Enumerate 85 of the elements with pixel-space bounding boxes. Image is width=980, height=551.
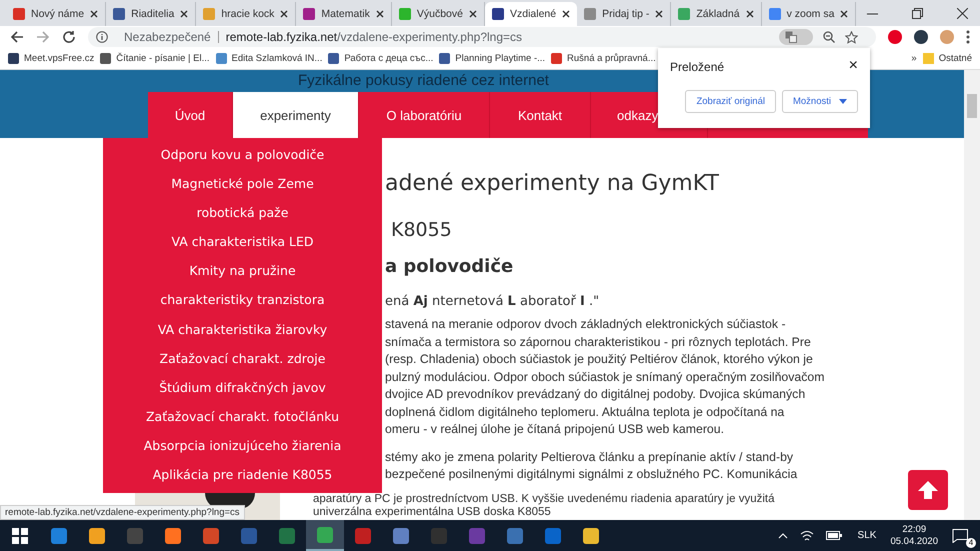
site-title: Fyzikálne pokusy riadené cez internet [298, 71, 549, 91]
clock-time[interactable]: 22:09 [902, 524, 926, 536]
bookmark[interactable]: Planning Playtime -... [439, 53, 546, 64]
menu-item[interactable]: robotická paže [103, 205, 382, 220]
close-icon[interactable] [957, 8, 968, 19]
status-url: remote-lab.fyzika.net/vzdalene-experimenty.php?lng=cs [0, 505, 245, 520]
wifi-icon[interactable] [800, 530, 814, 542]
battery-icon[interactable] [826, 531, 842, 540]
clock-date[interactable]: 05.04.2020 [890, 536, 938, 548]
zoom-icon[interactable] [823, 31, 835, 43]
section-heading: a polovodiče [385, 255, 514, 279]
tab-title: hracie kock [221, 8, 274, 20]
menu-item[interactable]: Štúdium difrakčných javov [103, 380, 382, 395]
paragraph-line: bezpečené posilnenými digitálnymi signálmi z obslužného PC. Komunikácia [385, 466, 798, 483]
close-icon[interactable] [90, 10, 98, 18]
caret-icon [839, 99, 847, 104]
tab-title: Nový náme [31, 8, 84, 20]
paragraph-line: univerzálna experimentálna USB doska K8055 [313, 506, 552, 520]
bookmark[interactable]: Работа с деца със... [328, 53, 434, 64]
restore-icon[interactable] [912, 8, 923, 19]
menu-icon[interactable] [966, 30, 970, 44]
paragraph-line: doplnená čidlom digitálneho teplomeru. Aktuálna teplota je odpočítaná na [385, 404, 786, 420]
paragraph-line: (resp. Chladenia) oboch súčiastok je použitý Peltiérov článok, ktorého výkon je [385, 351, 814, 368]
nav-item[interactable]: O laboratóriu [359, 92, 490, 138]
paragraph-line: stémy ako je zmena polarity Peltierova článku a prepínanie aktív / stand-by [385, 448, 794, 466]
menu-item[interactable]: Kmity na pružine [103, 263, 382, 278]
reload-icon[interactable] [62, 30, 76, 44]
translate-icon[interactable] [779, 29, 813, 45]
paragraph-line: pulzný moduláciou. Odpor oboch súčiastok je snímaný operačným zosilňovačom [385, 368, 826, 386]
popup-button[interactable]: Možnosti [782, 90, 858, 113]
close-icon[interactable] [840, 10, 848, 18]
paragraph-line: dvojice AD prevodníkov prevádzaný do digitálnej podoby. Dvojica skúmaných [385, 386, 806, 403]
quote-text: ená Aj nternetová L aboratoř I ." [385, 293, 600, 311]
menu-item[interactable]: Zaťažovací charakt. zdroje [103, 350, 382, 366]
other-bookmarks-folder[interactable]: Ostatné [922, 53, 972, 64]
close-icon[interactable] [180, 10, 188, 18]
menu-item[interactable]: VA charakteristika žiarovky [103, 322, 382, 336]
menu-item[interactable]: VA charakteristika LED [103, 234, 382, 250]
menu-item[interactable]: Absorpcia ionizujúceho žiarenia [103, 438, 382, 453]
tab-title: Vzdialené [510, 8, 556, 20]
menu-item[interactable]: charakteristiky tranzistora [103, 292, 382, 308]
close-icon[interactable] [562, 10, 570, 18]
more-bookmarks-button[interactable]: » [911, 53, 917, 64]
popup-button[interactable]: Zobraziť originál [685, 90, 776, 113]
subheading: K8055 [390, 218, 453, 243]
paragraph-line: stavená na meranie odporov dvoch základných elektronických súčiastok - [385, 316, 787, 333]
menu-item[interactable]: Odporu kovu a polovodiče [103, 147, 382, 162]
page-heading: adené experimenty na GymKT [385, 170, 720, 198]
paragraph-line: aparatúry a PC je prostredníctvom USB. K vyššie uvedenému riadenia aparatúry je využitá [313, 492, 774, 506]
bookmark[interactable]: Edita Szlamková IN... [216, 53, 322, 64]
language-indicator[interactable]: SLK [858, 530, 876, 541]
scroll-to-top-button[interactable] [908, 470, 948, 510]
popup-title: Preložené [670, 60, 724, 74]
close-icon[interactable] [280, 10, 288, 18]
paragraph-line: omeru - v reálnej úlohe je čítaná pripojenú USB web kamerou. [385, 421, 726, 438]
chevron-up-icon[interactable] [778, 532, 788, 538]
close-icon[interactable] [655, 10, 664, 18]
nav-item[interactable]: Kontakt [490, 92, 591, 138]
bookmark[interactable]: Meet.vpsFree.cz [8, 53, 94, 64]
info-icon [96, 31, 108, 43]
windows-start-icon[interactable] [12, 528, 28, 544]
tab-title: Základná [696, 8, 740, 20]
paragraph-line: snímača a termistora so zápornou charakteristikou - pri rôznych teplotách. Pre [385, 334, 812, 350]
bookmark[interactable]: Čítanie - písanie | El... [100, 53, 210, 64]
tab-title: Matematik [321, 8, 370, 20]
star-icon[interactable] [845, 30, 858, 44]
tab-title: v zoom sa [786, 8, 834, 20]
browser-tab[interactable]: Vzdialené [484, 2, 578, 26]
menu-item[interactable]: Magnetické pole Zeme [103, 176, 382, 192]
nav-item[interactable]: experimenty [233, 92, 359, 138]
close-button[interactable]: × [848, 60, 858, 74]
menu-item[interactable]: Aplikácia pre riadenie K8055 [103, 466, 382, 482]
nav-item[interactable]: Úvod [148, 92, 233, 138]
bookmark[interactable]: Rušná a průpravná... [551, 53, 656, 64]
close-icon[interactable] [376, 10, 384, 18]
close-icon[interactable] [468, 10, 477, 18]
tab-title: Riaditelia [131, 8, 174, 20]
tab-title: Pridaj tip - [602, 8, 650, 20]
menu-item[interactable]: Zaťažovací charakt. fotočlánku [103, 408, 382, 424]
scrollbar[interactable] [964, 70, 980, 520]
tab-title: Výučbové [416, 8, 463, 20]
close-icon[interactable] [746, 10, 754, 18]
back-icon[interactable] [10, 30, 24, 44]
address-bar[interactable]: Nezabezpečené remote-lab.fyzika.net/vzdalene-experimenty.php?lng=cs [88, 27, 876, 47]
arrow-up-icon [917, 480, 939, 500]
